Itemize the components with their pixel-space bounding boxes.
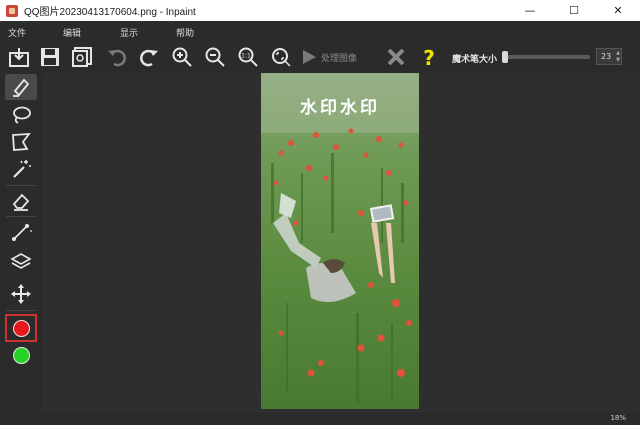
brush-size-value: 23 [601,52,612,61]
tool-panel [2,73,40,413]
menu-bar: 文件 编辑 显示 帮助 [0,21,640,41]
menu-help[interactable]: 帮助 [176,26,194,39]
save-as-button[interactable] [69,44,95,70]
layers-icon [10,253,32,269]
lasso-tool[interactable] [5,102,37,128]
minimize-button[interactable]: — [508,0,552,21]
fit-button[interactable] [268,44,294,70]
lasso-icon [13,106,31,124]
red-circle-icon [12,319,30,337]
zoom-level: 18% [610,414,626,422]
menu-view[interactable]: 显示 [120,26,138,39]
window-controls: — ☐ ✕ [508,0,640,21]
actual-size-button[interactable]: 1:1 [235,44,261,70]
cancel-button[interactable] [383,44,409,70]
open-icon [9,48,29,67]
status-bar: 18% [0,413,640,425]
menu-file[interactable]: 文件 [8,26,26,39]
question-icon: ? [423,46,435,68]
svg-text:1:1: 1:1 [241,53,251,60]
red-selection-color[interactable] [5,314,37,342]
spin-arrows-icon[interactable]: ▲ ▼ [616,50,620,64]
fit-icon [272,48,291,67]
app-icon [6,4,18,17]
photo[interactable]: 水印水印 [261,73,419,409]
meadow-photo [261,73,419,409]
green-circle-icon [12,346,30,364]
zoom-in-button[interactable] [169,44,195,70]
redo-button[interactable] [136,44,162,70]
save-icon [41,48,59,66]
image-canvas[interactable]: 水印水印 [42,73,640,413]
title-bar: QQ图片20230413170604.png - Inpaint — ☐ ✕ [0,0,640,21]
play-icon [303,50,316,64]
layers-tool[interactable] [5,249,37,275]
x-icon [387,48,405,66]
tool-divider [6,185,36,186]
marker-icon [13,78,30,97]
marker-tool[interactable] [5,74,37,100]
tool-divider [6,310,36,311]
undo-button[interactable] [104,44,130,70]
move-icon [11,284,31,304]
magic-wand-tool[interactable] [5,156,37,182]
eraser-icon [12,193,30,211]
brush-size-slider[interactable] [504,55,590,59]
maximize-button[interactable]: ☐ [552,0,596,21]
open-button[interactable] [6,44,32,70]
save-as-icon [72,47,92,67]
save-button[interactable] [37,44,63,70]
move-tool[interactable] [5,281,37,307]
zoom-in-icon [172,47,192,67]
line-icon [12,224,32,241]
line-tool[interactable] [5,219,37,245]
brush-size-spinbox[interactable]: 23 ▲ ▼ [596,48,622,65]
undo-icon [108,49,126,67]
actual-size-icon: 1:1 [238,47,258,67]
menu-edit[interactable]: 编辑 [63,26,81,39]
redo-icon [140,49,158,67]
brush-size-slider-handle[interactable] [502,51,508,63]
process-image-label: 处理图像 [321,53,358,64]
zoom-out-icon [205,47,225,67]
eraser-tool[interactable] [5,188,37,214]
process-image-button[interactable]: 处理图像 [300,45,357,69]
help-button[interactable]: ? [416,44,442,70]
close-button[interactable]: ✕ [596,0,640,21]
zoom-out-button[interactable] [202,44,228,70]
svg-text:?: ? [423,46,435,68]
polygon-lasso-icon [12,132,31,151]
window-title: QQ图片20230413170604.png - Inpaint [24,7,196,18]
green-donor-color[interactable] [5,341,37,369]
tool-divider [6,216,36,217]
watermark-text[interactable]: 水印水印 [261,93,419,118]
polygon-lasso-tool[interactable] [5,129,37,155]
magic-wand-icon [13,160,31,178]
brush-size-label: 魔术笔大小 [452,55,498,65]
